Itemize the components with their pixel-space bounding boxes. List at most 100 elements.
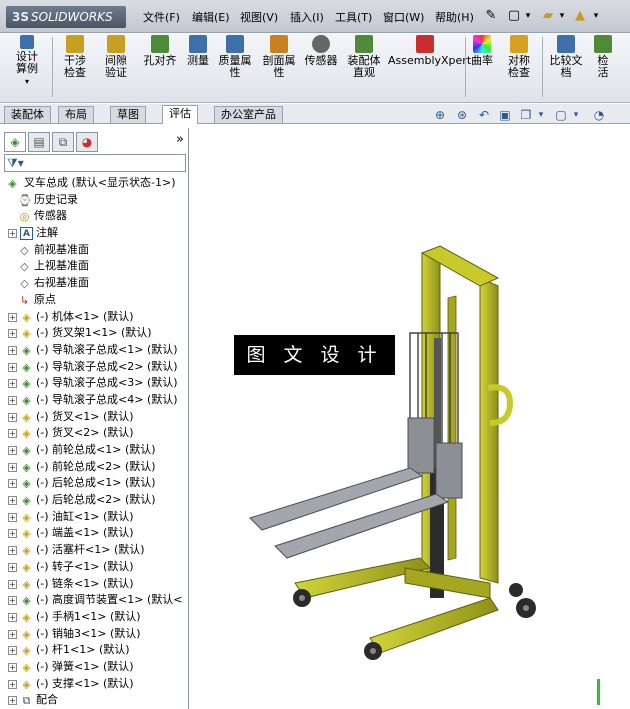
expand-toggle-icon[interactable]: + xyxy=(8,395,17,405)
expand-toggle-icon[interactable]: + xyxy=(8,479,17,489)
tree-item[interactable]: + ◈ (-) 支撑<1> (默认) xyxy=(2,676,188,693)
mass-properties-button[interactable]: 质量属性 xyxy=(215,35,255,79)
expand-toggle-icon[interactable]: + xyxy=(8,512,17,522)
expand-toggle-icon[interactable]: + xyxy=(8,546,17,556)
view-orientation-dropdown-icon[interactable]: ▾ xyxy=(534,108,548,122)
tree-item[interactable]: + ◈ (-) 高度调节装置<1> (默认< xyxy=(2,592,188,609)
tree-item[interactable]: + ◈ (-) 转子<1> (默认) xyxy=(2,559,188,576)
tree-item[interactable]: + ◈ (-) 弹簧<1> (默认) xyxy=(2,659,188,676)
feature-manager-tab-icon[interactable]: ◈ xyxy=(4,132,26,152)
graphics-area[interactable] xyxy=(190,128,630,709)
display-style-icon[interactable]: ▢ xyxy=(554,108,568,122)
expand-toggle-icon[interactable]: + xyxy=(8,679,17,689)
expand-toggle-icon[interactable]: + xyxy=(8,312,17,322)
options-dropdown-icon[interactable]: ▾ xyxy=(588,8,604,24)
tree-item[interactable]: + ◈ (-) 后轮总成<1> (默认) xyxy=(2,475,188,492)
zoom-to-fit-icon[interactable]: ⊕ xyxy=(433,108,447,122)
tree-item[interactable]: + ◈ (-) 机体<1> (默认) xyxy=(2,309,188,326)
tree-item[interactable]: ↳ 原点 xyxy=(2,292,188,309)
check-button[interactable]: 检活 xyxy=(589,35,617,79)
menu-insert[interactable]: 插入(I) xyxy=(290,9,324,25)
tree-item[interactable]: + ◈ (-) 前轮总成<2> (默认) xyxy=(2,459,188,476)
tree-item[interactable]: + ◈ (-) 手柄1<1> (默认) xyxy=(2,609,188,626)
expand-toggle-icon[interactable]: + xyxy=(8,496,17,506)
measure-button[interactable]: 测量 xyxy=(184,35,212,67)
display-manager-tab-icon[interactable]: ◕ xyxy=(76,132,98,152)
section-view-icon[interactable]: ▣ xyxy=(498,108,512,122)
previous-view-icon[interactable]: ↶ xyxy=(477,108,491,122)
expand-panel-icon[interactable]: » xyxy=(176,132,184,147)
expand-toggle-icon[interactable]: + xyxy=(8,412,17,422)
property-manager-tab-icon[interactable]: ▤ xyxy=(28,132,50,152)
tab-sketch[interactable]: 草图 xyxy=(110,106,146,123)
view-orientation-icon[interactable]: ❒ xyxy=(519,108,533,122)
tree-item[interactable]: + ◈ (-) 后轮总成<2> (默认) xyxy=(2,492,188,509)
tree-item[interactable]: + ◈ (-) 前轮总成<1> (默认) xyxy=(2,442,188,459)
tree-item[interactable]: + ◈ (-) 销轴3<1> (默认) xyxy=(2,626,188,643)
warning-icon[interactable]: ▲ xyxy=(572,8,588,24)
configuration-manager-tab-icon[interactable]: ⧉ xyxy=(52,132,74,152)
expand-toggle-icon[interactable]: + xyxy=(8,329,17,339)
curvature-button[interactable]: 曲率 xyxy=(468,35,496,67)
expand-toggle-icon[interactable]: + xyxy=(8,529,17,539)
tree-item[interactable]: + ◈ (-) 货叉<1> (默认) xyxy=(2,409,188,426)
tree-item[interactable]: ◇ 前视基准面 xyxy=(2,242,188,259)
tree-item[interactable]: + ◈ (-) 货叉架1<1> (默认) xyxy=(2,325,188,342)
tree-item[interactable]: + ◈ (-) 油缸<1> (默认) xyxy=(2,509,188,526)
expand-toggle-icon[interactable]: + xyxy=(8,345,17,355)
tree-root[interactable]: ◈ 叉车总成 (默认<显示状态-1>) xyxy=(2,175,188,192)
tree-item[interactable]: + ◈ (-) 端盖<1> (默认) xyxy=(2,525,188,542)
menu-view[interactable]: 视图(V) xyxy=(240,9,278,25)
menu-file[interactable]: 文件(F) xyxy=(143,9,180,25)
tree-item[interactable]: + ◈ (-) 活塞杆<1> (默认) xyxy=(2,542,188,559)
pin-icon[interactable]: ✎ xyxy=(483,8,499,24)
assemblyxpert-button[interactable]: AssemblyXpert xyxy=(388,35,471,67)
expand-toggle-icon[interactable]: + xyxy=(8,229,17,239)
expand-toggle-icon[interactable]: + xyxy=(8,462,17,472)
design-study-button[interactable]: 设计算例 ▾ xyxy=(6,35,48,88)
expand-toggle-icon[interactable]: + xyxy=(8,362,17,372)
assembly-visualization-button[interactable]: 装配体直观 xyxy=(343,35,385,79)
open-dropdown-icon[interactable]: ▾ xyxy=(554,8,570,24)
tree-item[interactable]: + A 注解 xyxy=(2,225,188,242)
tree-item[interactable]: + ◈ (-) 导轨滚子总成<3> (默认) xyxy=(2,375,188,392)
expand-toggle-icon[interactable]: + xyxy=(8,579,17,589)
tree-item[interactable]: ◎ 传感器 xyxy=(2,208,188,225)
tab-evaluate[interactable]: 评估 xyxy=(162,105,198,124)
tree-item[interactable]: ◇ 右视基准面 xyxy=(2,275,188,292)
hide-show-items-icon[interactable]: ◔ xyxy=(592,108,606,122)
tree-item[interactable]: + ◈ (-) 链条<1> (默认) xyxy=(2,576,188,593)
tree-item[interactable]: ⌚ 历史记录 xyxy=(2,192,188,209)
tree-filter[interactable]: ⧩▾ xyxy=(4,154,186,172)
clearance-verification-button[interactable]: 间隙验证 xyxy=(96,35,136,79)
tree-item[interactable]: + ◈ (-) 导轨滚子总成<4> (默认) xyxy=(2,392,188,409)
tab-layout[interactable]: 布局 xyxy=(58,106,94,123)
tree-item[interactable]: + ◈ (-) 货叉<2> (默认) xyxy=(2,425,188,442)
new-dropdown-icon[interactable]: ▾ xyxy=(520,8,536,24)
menu-window[interactable]: 窗口(W) xyxy=(383,9,424,25)
design-study-dropdown-icon[interactable]: ▾ xyxy=(25,77,29,86)
expand-toggle-icon[interactable]: + xyxy=(8,446,17,455)
tree-item[interactable]: ◇ 上视基准面 xyxy=(2,258,188,275)
tree-item[interactable]: + ◈ (-) 导轨滚子总成<1> (默认) xyxy=(2,342,188,359)
tree-item[interactable]: + ⧉ 配合 xyxy=(2,692,188,709)
compare-documents-button[interactable]: 比较文档 xyxy=(545,35,587,79)
expand-toggle-icon[interactable]: + xyxy=(8,429,17,439)
display-style-dropdown-icon[interactable]: ▾ xyxy=(569,108,583,122)
section-properties-button[interactable]: 剖面属性 xyxy=(258,35,300,79)
tab-assembly[interactable]: 装配体 xyxy=(4,106,51,123)
expand-toggle-icon[interactable]: + xyxy=(8,646,17,656)
sensor-button[interactable]: 传感器 xyxy=(302,35,340,67)
menu-help[interactable]: 帮助(H) xyxy=(435,9,474,25)
zoom-to-area-icon[interactable]: ⊛ xyxy=(455,108,469,122)
solidworks-logo[interactable]: 3S SOLIDWORKS xyxy=(6,6,126,28)
hole-alignment-button[interactable]: 孔对齐 xyxy=(139,35,181,67)
interference-check-button[interactable]: 干涉检查 xyxy=(56,35,94,79)
symmetry-check-button[interactable]: 对称检查 xyxy=(498,35,540,79)
expand-toggle-icon[interactable]: + xyxy=(8,662,17,672)
filter-icon[interactable]: ⧩▾ xyxy=(7,156,24,170)
tree-item[interactable]: + ◈ (-) 导轨滚子总成<2> (默认) xyxy=(2,359,188,376)
tree-item[interactable]: + ◈ (-) 杆1<1> (默认) xyxy=(2,642,188,659)
expand-toggle-icon[interactable]: + xyxy=(8,612,17,622)
expand-toggle-icon[interactable]: + xyxy=(8,596,17,606)
